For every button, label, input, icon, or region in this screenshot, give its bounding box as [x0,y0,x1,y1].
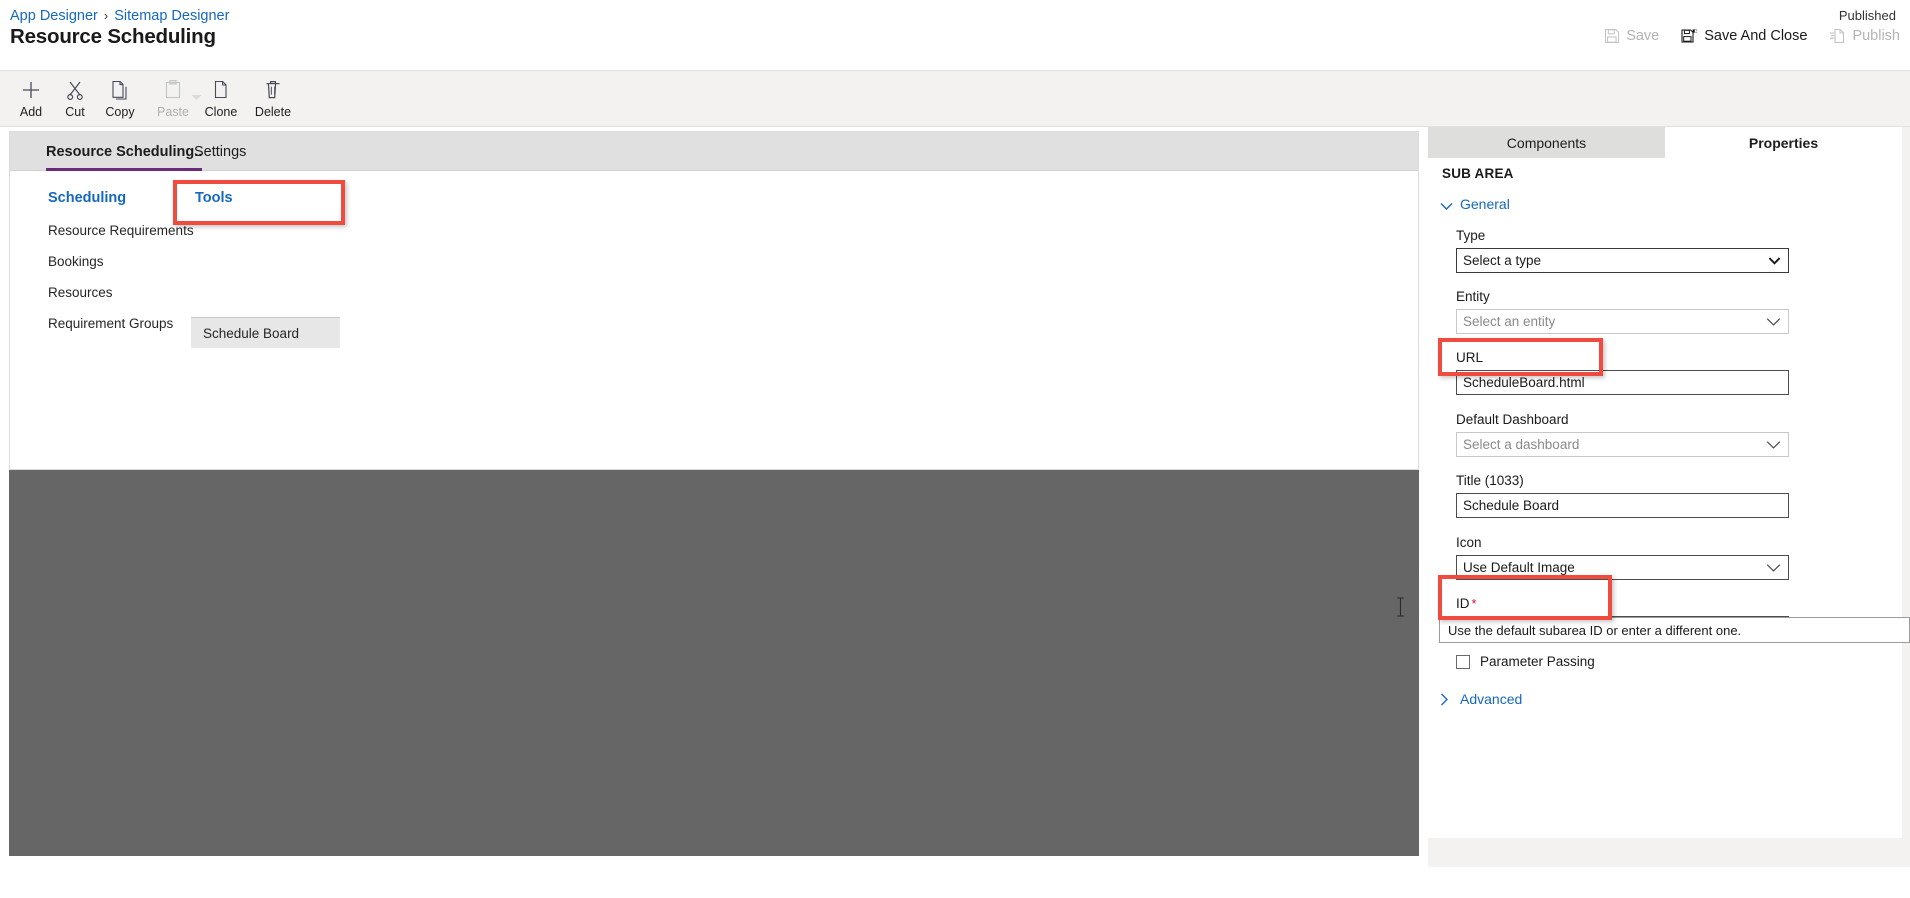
chevron-down-icon [1766,314,1781,329]
subarea-bookings[interactable]: Bookings [48,254,104,269]
header-actions: Save Save And Close Publish [1602,26,1902,46]
url-input[interactable]: ScheduleBoard.html [1456,370,1789,395]
save-button-label: Save [1626,28,1660,44]
trash-icon [242,77,304,103]
type-select[interactable]: Select a type [1456,248,1789,273]
panel-tabstrip: Components Properties [1428,127,1902,158]
sub-area-heading: SUB AREA [1442,166,1514,181]
save-button[interactable]: Save [1602,26,1661,46]
field-label-type: Type [1456,228,1486,243]
command-delete-label: Delete [254,105,292,119]
canvas-overlay-area [9,470,1419,856]
entity-combobox[interactable]: Select an entity [1456,309,1789,334]
section-advanced-toggle[interactable]: Advanced [1440,691,1522,707]
subarea-resource-requirements[interactable]: Resource Requirements [48,223,194,238]
subarea-resources[interactable]: Resources [48,285,113,300]
text-cursor-icon [1396,597,1405,617]
save-close-icon [1681,28,1698,44]
tab-resource-scheduling[interactable]: Resource Scheduling.. [46,132,203,171]
breadcrumb-separator-icon: › [103,8,109,23]
publish-button-label: Publish [1852,28,1900,44]
save-and-close-label: Save And Close [1704,28,1808,44]
tab-components-label: Components [1506,134,1587,151]
tab-properties[interactable]: Properties [1665,127,1902,158]
page-title: Resource Scheduling [10,25,216,48]
title-input-value: Schedule Board [1463,498,1560,513]
breadcrumb-sitemap-designer[interactable]: Sitemap Designer [114,8,229,24]
field-label-id: ID * [1456,596,1477,611]
group-heading-tools[interactable]: Tools [195,190,233,206]
field-label-entity: Entity [1456,289,1490,304]
field-label-id-text: ID [1456,596,1470,611]
save-icon [1604,28,1620,44]
field-label-url: URL [1456,350,1484,365]
save-and-close-button[interactable]: Save And Close [1679,26,1809,46]
id-field-tooltip: Use the default subarea ID or enter a di… [1439,617,1910,643]
chevron-down-icon [1440,198,1453,210]
canvas-tabstrip: Resource Scheduling.. Settings [10,132,1418,171]
chevron-down-icon [1766,560,1781,575]
subarea-requirement-groups[interactable]: Requirement Groups [48,316,173,331]
properties-panel: Components Properties SUB AREA General T… [1428,127,1902,867]
entity-combobox-value: Select an entity [1463,314,1556,329]
icon-combobox-value: Use Default Image [1463,560,1575,575]
tab-settings-label: Settings [194,143,247,160]
field-label-icon: Icon [1456,535,1482,550]
command-delete[interactable]: Delete [242,77,304,119]
section-advanced-label: Advanced [1460,691,1523,707]
chevron-down-icon [1766,437,1781,452]
title-input[interactable]: Schedule Board [1456,493,1789,518]
tab-settings[interactable]: Settings [194,132,246,171]
subarea-schedule-board-label: Schedule Board [203,325,300,341]
chevron-right-icon [1440,693,1452,706]
default-dashboard-value: Select a dashboard [1463,437,1580,452]
published-status: Published [1838,8,1896,23]
properties-panel-body: SUB AREA General Type Select a type Enti… [1428,158,1902,838]
app-header: App Designer › Sitemap Designer Resource S… [0,0,1910,70]
section-general-label: General [1460,196,1510,212]
type-select-value: Select a type [1463,253,1542,268]
breadcrumb: App Designer › Sitemap Designer [10,8,229,24]
group-heading-scheduling[interactable]: Scheduling [48,190,126,206]
url-input-value: ScheduleBoard.html [1463,375,1585,390]
tab-resource-scheduling-label: Resource Scheduling.. [46,143,203,160]
field-label-default-dashboard: Default Dashboard [1456,412,1569,427]
icon-combobox[interactable]: Use Default Image [1456,555,1789,580]
parameter-passing-label: Parameter Passing [1480,654,1595,669]
tab-components[interactable]: Components [1428,127,1665,158]
default-dashboard-combobox[interactable]: Select a dashboard [1456,432,1789,457]
publish-button[interactable]: Publish [1827,26,1902,46]
section-general-toggle[interactable]: General [1440,196,1510,212]
chevron-down-icon [1768,253,1781,268]
required-marker-icon: * [1471,596,1477,611]
parameter-passing-checkbox-row[interactable]: Parameter Passing [1456,654,1595,669]
subarea-schedule-board[interactable]: Schedule Board [191,317,340,348]
field-label-title: Title (1033) [1456,473,1524,488]
publish-icon [1829,28,1846,44]
sitemap-canvas: Resource Scheduling.. Settings Schedulin… [9,131,1419,470]
breadcrumb-app-designer[interactable]: App Designer [10,8,98,24]
tab-properties-label: Properties [1748,134,1819,151]
parameter-passing-checkbox[interactable] [1456,654,1470,669]
command-bar: Add Cut Copy Paste Clone Delete [0,70,1910,127]
